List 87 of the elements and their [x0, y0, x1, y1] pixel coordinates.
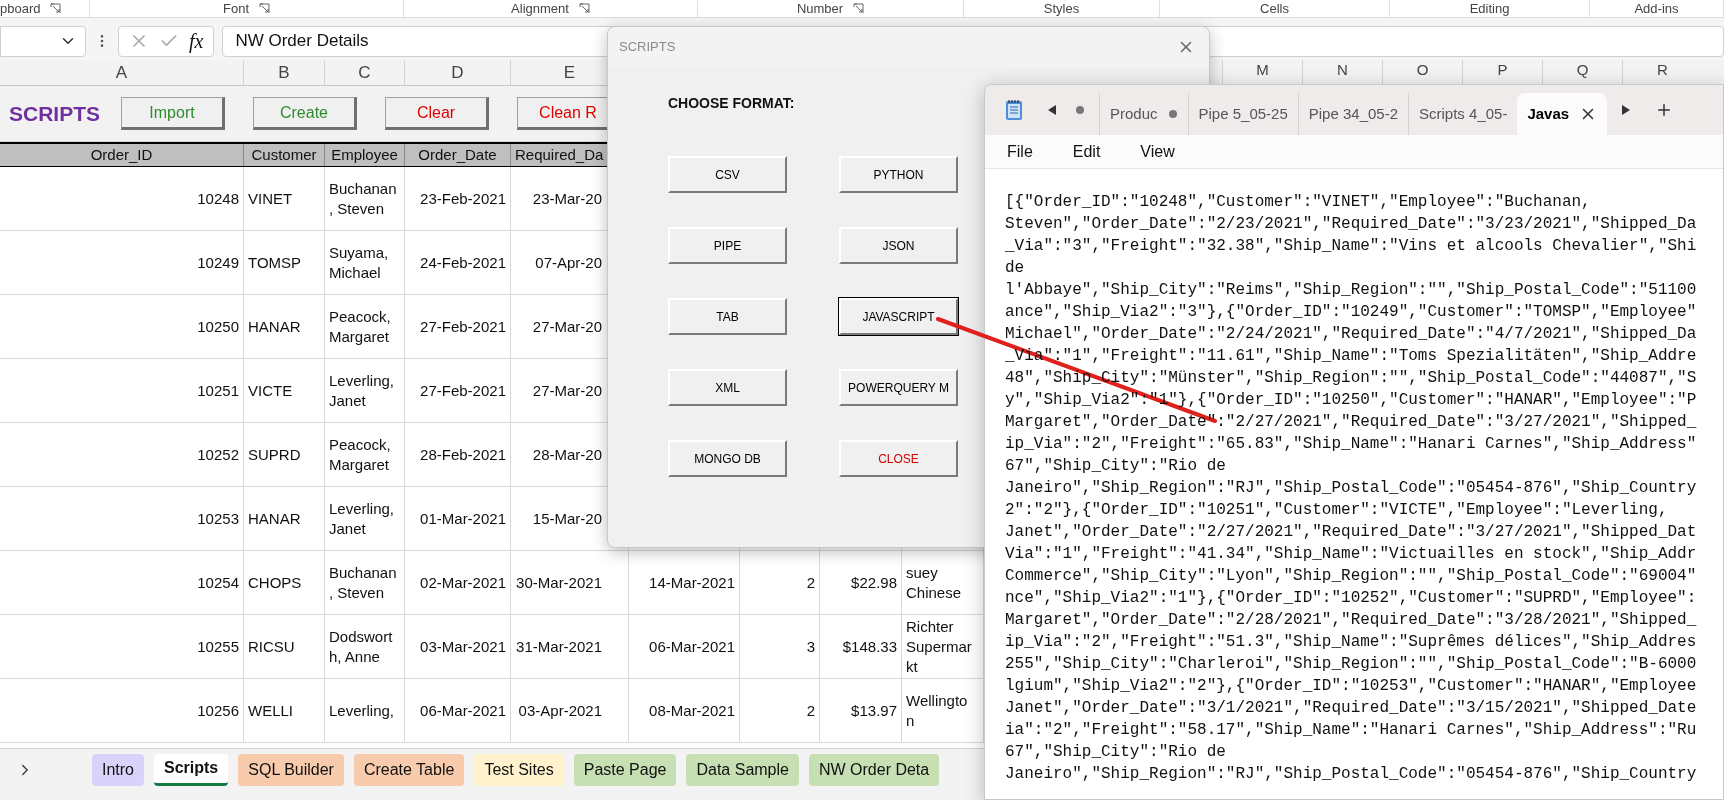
- table-cell: RICSU: [244, 615, 325, 678]
- ribbon-group-label: Cells: [1260, 2, 1289, 15]
- table-cell: $22.98: [820, 551, 902, 614]
- table-cell: Dodswort h, Anne: [325, 615, 405, 678]
- text-line: lgium","Ship_Via2":"2"},{"Order_ID":"10253","Customer":"HANAR","Employee: [1005, 676, 1697, 697]
- text-line: _Via":"3","Freight":"32.38","Ship_Name":"Vins et alcools Chevalier","Shi: [1005, 236, 1697, 257]
- table-cell: 10251: [0, 359, 244, 422]
- table-cell: 06-Mar-2021: [629, 615, 740, 678]
- text-line: 67","Ship_City":"Rio de: [1005, 456, 1226, 477]
- dialog-heading: CHOOSE FORMAT:: [668, 94, 795, 113]
- table-cell: 28-Feb-2021: [405, 423, 511, 486]
- table-cell: TOMSP: [244, 231, 325, 294]
- text-line: 255","Ship_City":"Charleroi","Ship_Region":"","Ship_Postal_Code":"B-6000: [1005, 654, 1697, 675]
- table-cell: 02-Mar-2021: [405, 551, 511, 614]
- table-cell: 2: [740, 679, 820, 742]
- text-line: Janeiro","Ship_Region":"RJ","Ship_Postal_Code":"05454-876","Ship_Country: [1005, 764, 1697, 785]
- table-cell: 10250: [0, 295, 244, 358]
- text-line: Janet","Order_Date":"2/27/2021","Required_Date":"3/27/2021","Shipped_Dat: [1005, 522, 1697, 543]
- table-cell: HANAR: [244, 487, 325, 550]
- table-cell: VICTE: [244, 359, 325, 422]
- table-cell: 10253: [0, 487, 244, 550]
- table-cell: 10256: [0, 679, 244, 742]
- table-cell: 10252: [0, 423, 244, 486]
- text-line: Commerce","Ship_City":"Lyon","Ship_Region":"","Ship_Postal_Code":"69004": [1005, 566, 1697, 587]
- table-cell: Leverling, Janet: [325, 359, 405, 422]
- text-line: l'Abbaye","Ship_City":"Reims","Ship_Region":"","Ship_Postal_Code":"51100: [1005, 280, 1697, 301]
- table-cell: 10254: [0, 551, 244, 614]
- table-cell: $148.33: [820, 615, 902, 678]
- table-cell: Leverling,: [325, 679, 405, 742]
- table-cell: 06-Mar-2021: [405, 679, 511, 742]
- table-cell: 10249: [0, 231, 244, 294]
- table-cell: 24-Feb-2021: [405, 231, 511, 294]
- text-line: 2":"2"},{"Order_ID":"10251","Customer":"VICTE","Employee":"Leverling,: [1005, 500, 1668, 521]
- table-cell: Suyama, Michael: [325, 231, 405, 294]
- table-cell: 30-Mar-2021: [511, 551, 629, 614]
- ribbon-group-label: Number: [796, 2, 844, 15]
- table-cell: 27-Feb-2021: [405, 295, 511, 358]
- table-cell: $13.97: [820, 679, 902, 742]
- table-cell: Peacock, Margaret: [325, 295, 405, 358]
- text-line: Steven","Order_Date":"2/23/2021","Required_Date":"3/23/2021","Shipped_Da: [1005, 214, 1697, 235]
- text-line: Janet","Order_Date":"3/1/2021","Required_Date":"3/15/2021","Shipped_Date: [1005, 698, 1697, 719]
- sheet-title: SCRIPTS: [9, 100, 101, 127]
- text-line: ip_Via":"2","Freight":"65.83","Ship_Name":"Hanari Carnes","Ship_Address": [1005, 434, 1697, 455]
- table-cell: 3: [740, 615, 820, 678]
- table-cell: 23-Feb-2021: [405, 167, 511, 230]
- text-line: ance","Ship_Via2":"3"},{"Order_ID":"10249","Customer":"TOMSP","Employee": [1005, 302, 1697, 323]
- table-cell: Buchanan , Steven: [325, 167, 405, 230]
- table-cell: HANAR: [244, 295, 325, 358]
- dialog-title: SCRIPTS: [619, 38, 676, 57]
- text-line: ia":"2","Freight":"58.17","Ship_Name":"Hanari Carnes","Ship_Address":"Ru: [1005, 720, 1697, 741]
- table-cell: VINET: [244, 167, 325, 230]
- table-cell: Peacock, Margaret: [325, 423, 405, 486]
- text-line: Janeiro","Ship_Region":"RJ","Ship_Postal_Code":"05454-876","Ship_Country: [1005, 478, 1697, 499]
- table-cell: SUPRD: [244, 423, 325, 486]
- table-cell: 03-Mar-2021: [405, 615, 511, 678]
- table-cell: 31-Mar-2021: [511, 615, 629, 678]
- table-cell: 10248: [0, 167, 244, 230]
- table-cell: 27-Feb-2021: [405, 359, 511, 422]
- text-line: Via":"1","Freight":"41.34","Ship_Name":"Victuailles en stock","Ship_Addr: [1005, 544, 1697, 565]
- text-line: Margaret","Order_Date":"2/27/2021","Required_Date":"3/27/2021","Shipped_: [1005, 412, 1697, 433]
- ribbon-group-label: Font: [223, 2, 249, 15]
- column-heading: Order_ID: [0, 144, 244, 166]
- table-cell: 14-Mar-2021: [629, 551, 740, 614]
- text-line: 67","Ship_City":"Rio de: [1005, 742, 1226, 763]
- table-cell: WELLI: [244, 679, 325, 742]
- text-line: ip_Via":"2","Freight":"51.3","Ship_Name":"Suprêmes délices","Ship_Addres: [1005, 632, 1697, 653]
- text-line: nce","Ship_Via2":"1"},{"Order_ID":"10252","Customer":"SUPRD","Employee":: [1005, 588, 1697, 609]
- table-cell: 08-Mar-2021: [629, 679, 740, 742]
- ribbon-group-label: Add-ins: [1634, 2, 1679, 15]
- table-cell: 03-Apr-2021: [511, 679, 629, 742]
- table-cell: 01-Mar-2021: [405, 487, 511, 550]
- table-cell: Buchanan , Steven: [325, 551, 405, 614]
- column-heading: Customer: [244, 144, 325, 166]
- column-heading: Order_Date: [405, 144, 511, 166]
- text-line: Michael","Order_Date":"2/24/2021","Required_Date":"4/7/2021","Shipped_Da: [1005, 324, 1697, 345]
- table-cell: Leverling, Janet: [325, 487, 405, 550]
- ribbon-group-label: Alignment: [511, 2, 569, 15]
- table-cell: 10255: [0, 615, 244, 678]
- column-heading: Employee: [325, 144, 405, 166]
- ribbon-group-label: Styles: [1043, 2, 1080, 15]
- ribbon-group-label: Editing: [1469, 2, 1510, 15]
- text-line: Margaret","Order_Date":"2/28/2021","Required_Date":"3/28/2021","Shipped_: [1005, 610, 1697, 631]
- ribbon-group-label: pboard: [0, 2, 41, 15]
- table-cell: CHOPS: [244, 551, 325, 614]
- table-cell: 2: [740, 551, 820, 614]
- text-line: [{"Order_ID":"10248","Customer":"VINET","Employee":"Buchanan,: [1005, 192, 1591, 213]
- text-line: de: [1005, 258, 1025, 279]
